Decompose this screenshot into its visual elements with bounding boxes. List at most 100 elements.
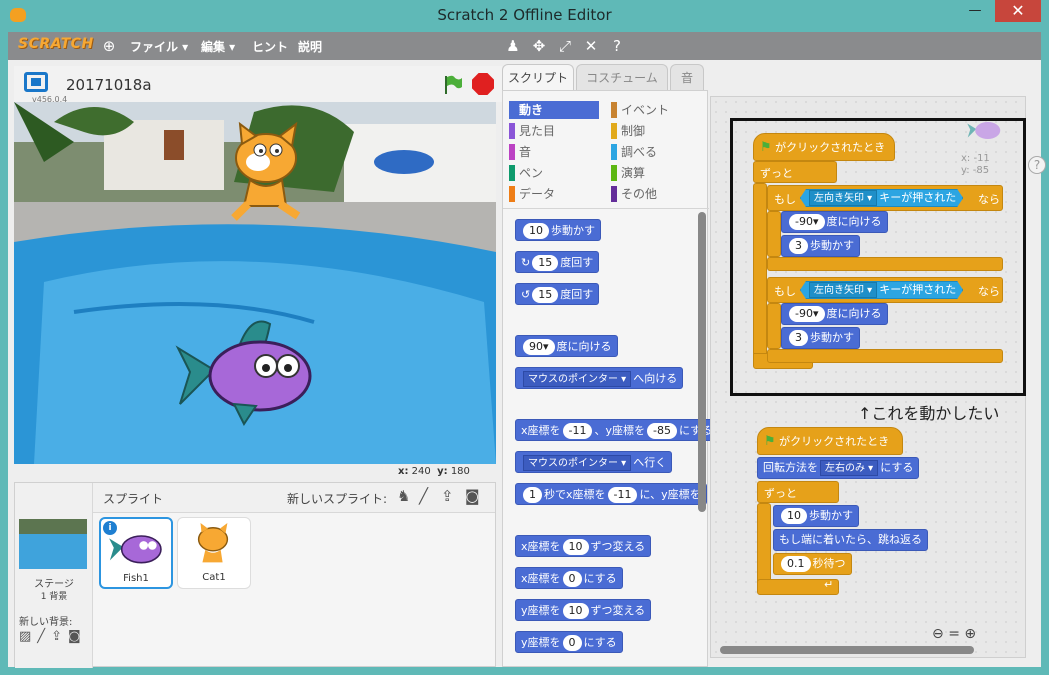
sprite-pane: スプライト 新しいスプライト: ♞ ╱ ⇪ ◙ ステージ 1 背景 新しい背景:…	[14, 482, 496, 668]
category-more[interactable]: その他	[611, 185, 657, 203]
block-input[interactable]: 0	[562, 571, 582, 587]
block-move[interactable]: 10 歩動かす	[515, 219, 601, 241]
block-input[interactable]: 0	[562, 635, 582, 651]
block-change-y[interactable]: y座標を 10 ずつ変える	[515, 599, 652, 621]
block-input[interactable]: -11	[562, 423, 593, 439]
block-input[interactable]: 15	[532, 255, 559, 271]
cat-thumb-image	[197, 522, 229, 563]
stop-icon[interactable]	[472, 73, 494, 95]
category-motion[interactable]: 動き	[509, 101, 599, 119]
green-flag-icon: ⚑	[764, 434, 776, 449]
category-events[interactable]: イベント	[611, 101, 669, 119]
menu-file[interactable]: ファイル ▾	[130, 38, 188, 55]
category-looks[interactable]: 見た目	[509, 122, 555, 140]
menu-tips[interactable]: ヒント	[252, 38, 288, 55]
rotation-style-block[interactable]: 回転方法を 左右のみ ▾ にする	[757, 457, 920, 479]
category-control[interactable]: 制御	[611, 122, 645, 140]
block-input[interactable]: 90▾	[523, 339, 555, 355]
block-glide[interactable]: 1 秒でx座標を -11 に、y座標を	[515, 483, 707, 505]
block-set-y[interactable]: y座標を 0 にする	[515, 631, 623, 653]
block-input[interactable]: -85	[647, 423, 677, 439]
block-set-x[interactable]: x座標を 0 にする	[515, 567, 623, 589]
menu-about[interactable]: 説明	[298, 38, 322, 55]
block-label: がクリックされたとき	[779, 435, 890, 448]
category-list: 動き 見た目 音 ペン データ イベント 制御 調べる 演算 その他	[503, 91, 709, 209]
block-dropdown[interactable]: 左右のみ ▾	[820, 460, 879, 476]
block-input[interactable]: 15	[532, 287, 559, 303]
tab-costumes[interactable]: コスチューム	[576, 64, 668, 90]
palette-scrollbar[interactable]	[698, 212, 706, 512]
block-turn-left[interactable]: ↺ 15 度回す	[515, 283, 600, 305]
y-value: 180	[450, 466, 470, 477]
block-change-x[interactable]: x座標を 10 ずつ変える	[515, 535, 652, 557]
green-flag-icon[interactable]	[442, 74, 464, 96]
block-input[interactable]: 1	[523, 487, 542, 503]
forever-block[interactable]: ずっと	[757, 481, 839, 503]
tab-sounds[interactable]: 音	[670, 64, 704, 90]
camera-sprite-icon[interactable]: ◙	[465, 487, 480, 505]
block-label: 回転方法を	[763, 461, 818, 474]
menu-edit[interactable]: 編集 ▾	[201, 38, 235, 55]
script-area-scrollbar[interactable]	[720, 646, 974, 654]
stage-thumbnail[interactable]	[19, 519, 87, 569]
sprite-thumb-fish[interactable]: i Fish1	[99, 517, 173, 589]
project-name[interactable]: 20171018a	[66, 76, 152, 94]
block-turn-right[interactable]: ↻ 15 度回す	[515, 251, 600, 273]
block-input[interactable]: 10	[781, 508, 807, 524]
block-label: x座標を	[521, 424, 561, 437]
choose-sprite-icon[interactable]: ♞	[397, 487, 410, 505]
globe-icon[interactable]: ⊕	[100, 37, 118, 55]
zoom-out-icon[interactable]: ⊖	[932, 626, 944, 642]
block-go-to-xy[interactable]: x座標を -11 、y座標を -85 にする	[515, 419, 719, 441]
block-point-direction[interactable]: 90▾ 度に向ける	[515, 335, 618, 357]
wait-block[interactable]: 0.1 秒待つ	[773, 553, 852, 575]
category-swatch	[611, 144, 617, 160]
fullscreen-icon[interactable]	[24, 72, 48, 92]
category-operators[interactable]: 演算	[611, 164, 645, 182]
forever-block-foot: ↵	[757, 578, 839, 595]
block-input[interactable]: 10	[562, 603, 589, 619]
fish-sprite[interactable]	[174, 314, 324, 426]
zoom-in-icon[interactable]: ⊕	[964, 626, 976, 642]
block-dropdown[interactable]: マウスのポインター ▾	[523, 371, 632, 387]
scratch-logo[interactable]: SCRATCH	[18, 36, 94, 52]
cut-icon[interactable]: ✥	[530, 37, 548, 55]
block-input[interactable]: -11	[607, 487, 638, 503]
paint-sprite-icon[interactable]: ╱	[419, 487, 428, 505]
stage[interactable]	[14, 102, 496, 464]
backdrop-tools-icons[interactable]: ▨╱⇪◙	[19, 629, 87, 644]
block-point-towards[interactable]: マウスのポインター ▾ へ向ける	[515, 367, 684, 389]
sprites-title: スプライト	[103, 492, 164, 506]
category-sensing[interactable]: 調べる	[611, 143, 657, 161]
sprite-thumb-cat[interactable]: Cat1	[177, 517, 251, 589]
forever-block-arm	[757, 503, 771, 589]
block-label: にする	[678, 424, 713, 437]
block-dropdown[interactable]: マウスのポインター ▾	[523, 455, 632, 471]
backdrop-count: 1 背景	[40, 592, 68, 602]
app-window: Scratch 2 Offline Editor — ☐ ✕ SCRATCH ⊕…	[0, 0, 1049, 675]
category-label: 音	[519, 145, 532, 159]
grow-icon[interactable]: ⤢	[556, 37, 574, 55]
when-flag-clicked-block[interactable]: ⚑ がクリックされたとき	[757, 427, 903, 455]
block-label: 度回す	[560, 288, 594, 301]
upload-sprite-icon[interactable]: ⇪	[441, 487, 454, 505]
block-go-to[interactable]: マウスのポインター ▾ へ行く	[515, 451, 673, 473]
block-input[interactable]: 10	[562, 539, 589, 555]
help-icon[interactable]: ?	[1028, 156, 1046, 174]
minimize-button[interactable]: —	[960, 0, 990, 22]
close-button[interactable]: ✕	[995, 0, 1041, 22]
duplicate-icon[interactable]: ♟	[504, 37, 522, 55]
block-input[interactable]: 10	[523, 223, 549, 239]
block-label: x座標を	[521, 572, 561, 585]
shrink-icon[interactable]: ✕	[582, 37, 600, 55]
help-icon[interactable]: ?	[608, 37, 626, 55]
zoom-reset-icon[interactable]: =	[948, 626, 960, 642]
category-pen[interactable]: ペン	[509, 164, 543, 182]
block-input[interactable]: 0.1	[781, 556, 811, 572]
category-data[interactable]: データ	[509, 185, 555, 203]
cat-sprite[interactable]	[220, 122, 312, 222]
category-sound[interactable]: 音	[509, 143, 531, 161]
tab-scripts[interactable]: スクリプト	[502, 64, 574, 90]
bounce-block[interactable]: もし端に着いたら、跳ね返る	[773, 529, 928, 551]
move-steps-block[interactable]: 10 歩動かす	[773, 505, 859, 527]
